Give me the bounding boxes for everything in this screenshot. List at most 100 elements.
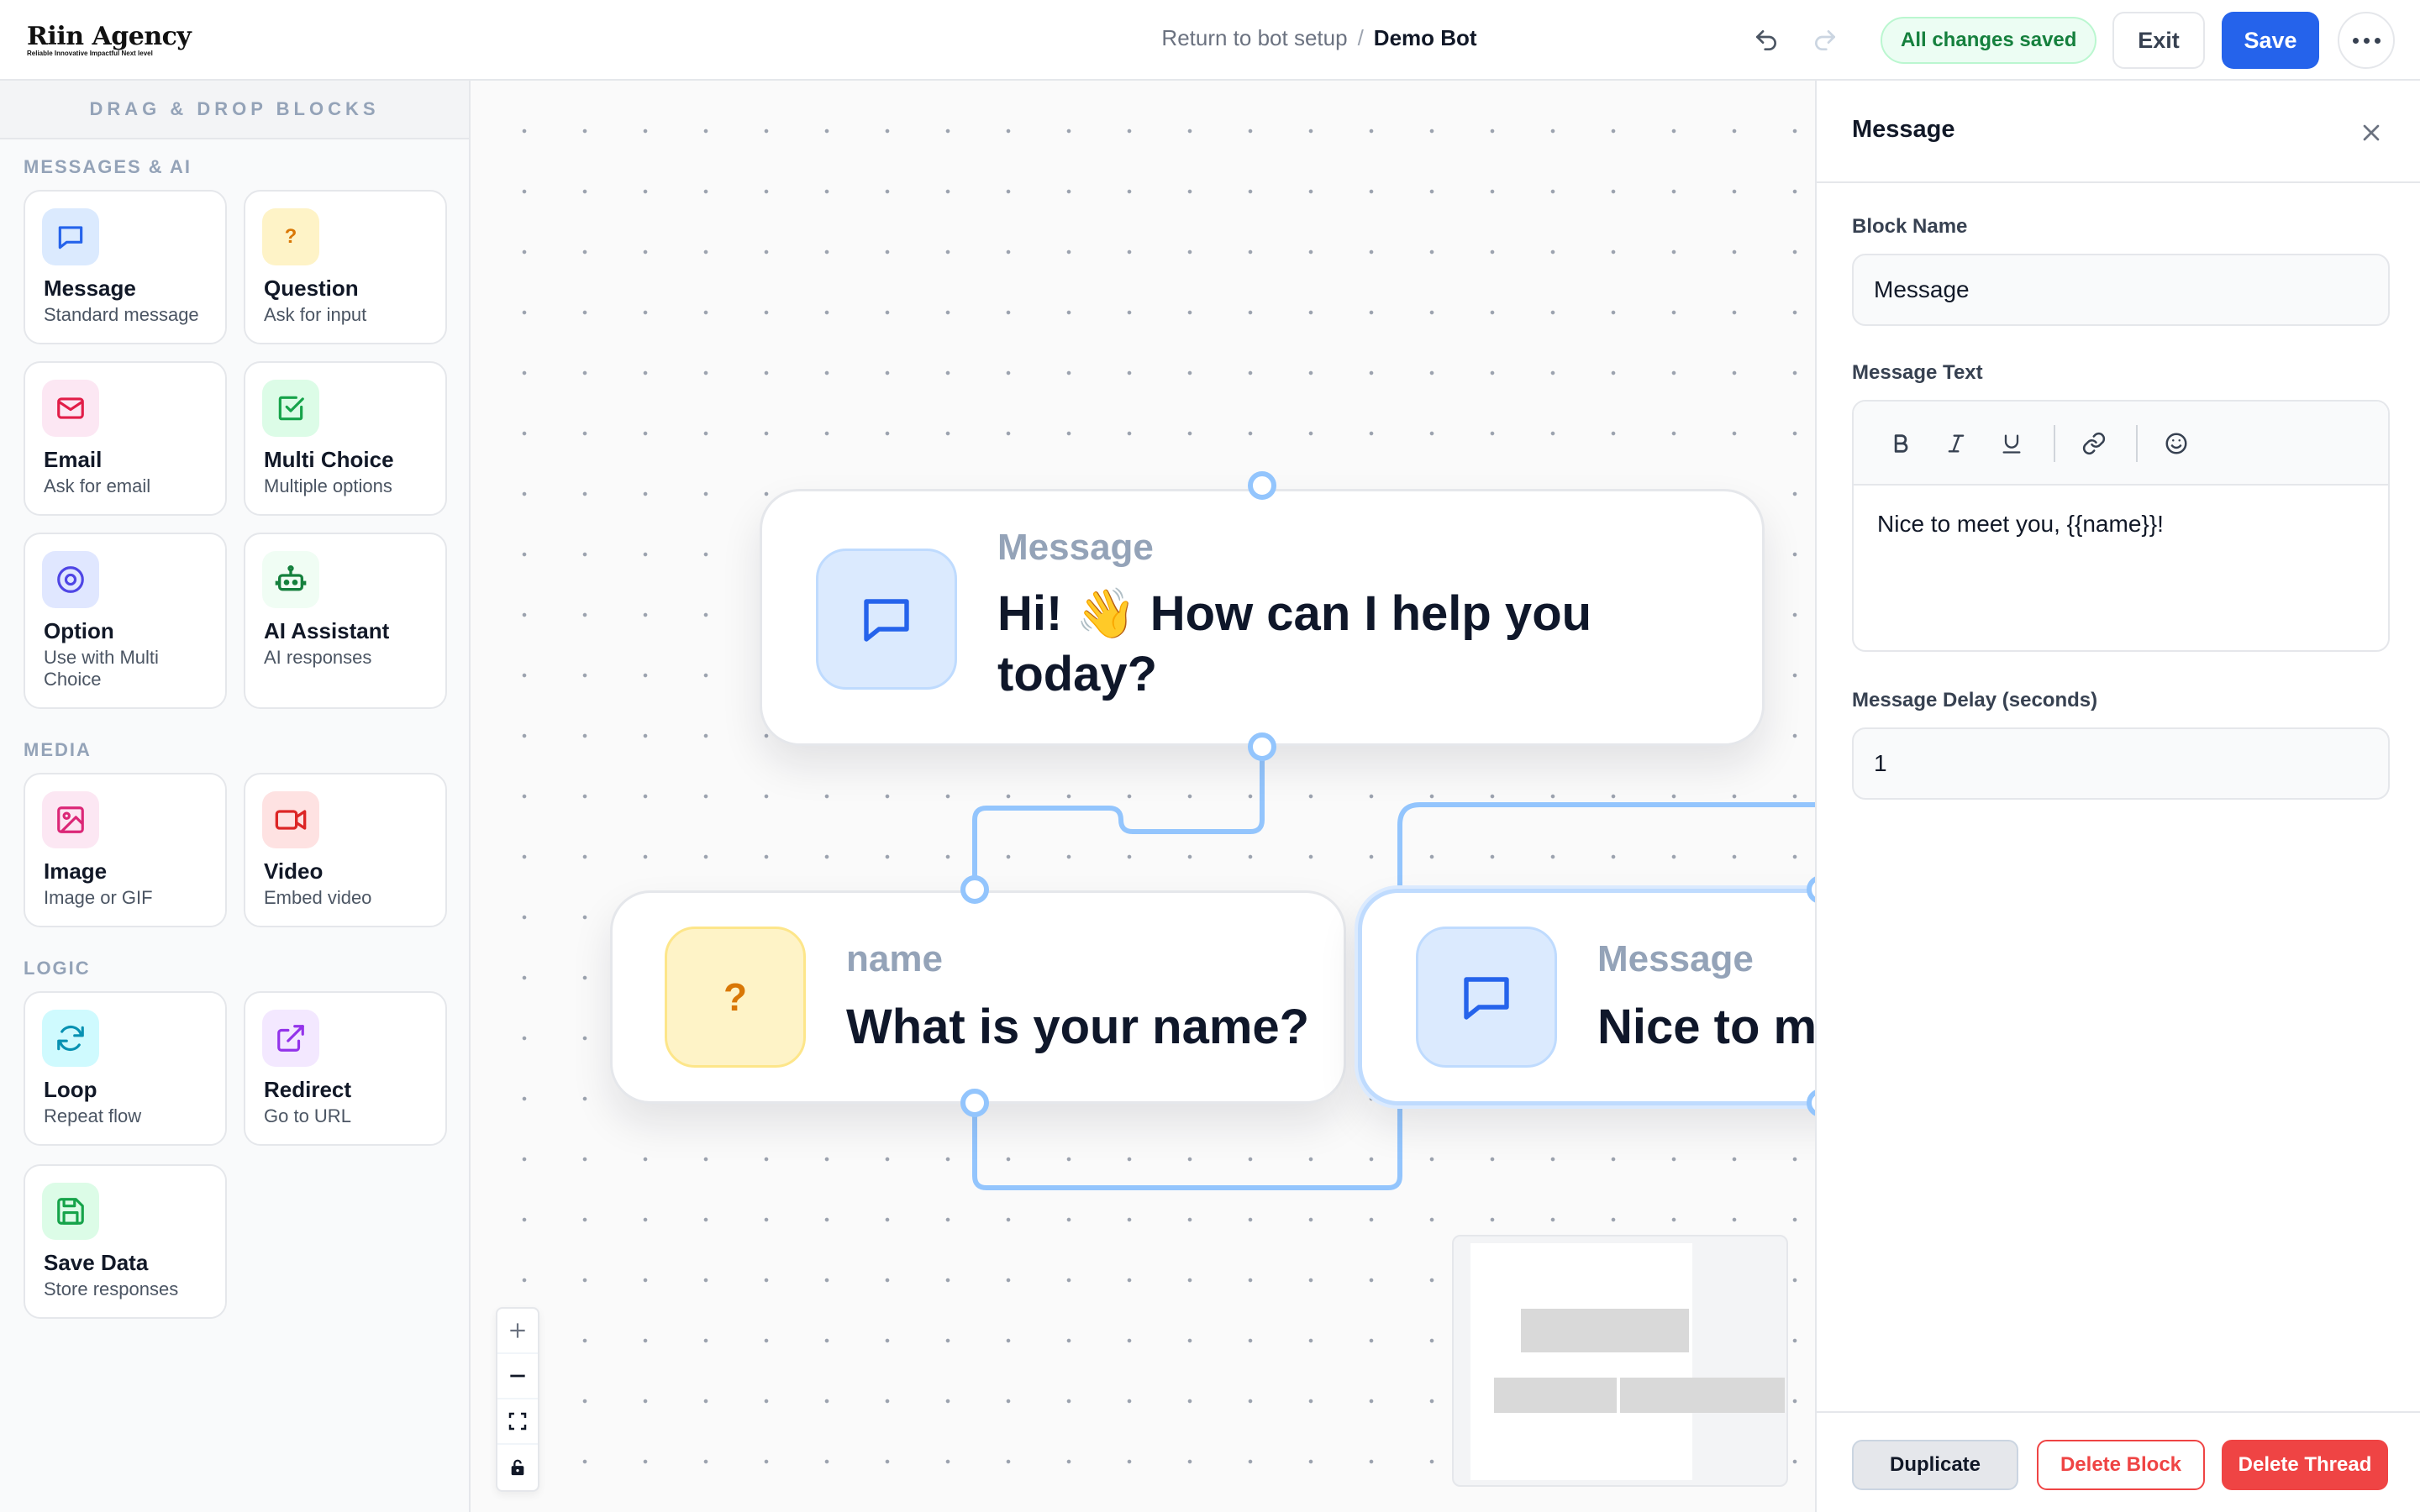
italic-icon[interactable]	[1939, 427, 1973, 460]
block-loop[interactable]: Loop Repeat flow	[24, 991, 227, 1146]
zoom-controls	[496, 1307, 539, 1492]
chat-icon	[816, 549, 957, 690]
block-save-data[interactable]: Save Data Store responses	[24, 1164, 227, 1319]
message-text-content[interactable]: Nice to meet you, {{name}}!	[1854, 486, 2388, 563]
robot-icon	[262, 551, 319, 608]
bold-icon[interactable]	[1884, 427, 1918, 460]
minimap-node	[1521, 1309, 1689, 1352]
properties-panel: Message Block Name Message Message Text	[1815, 81, 2420, 1512]
breadcrumb-return-link[interactable]: Return to bot setup	[1161, 25, 1347, 50]
block-name-input[interactable]: Message	[1852, 254, 2390, 326]
external-link-icon	[262, 1010, 319, 1067]
node-kicker: Message	[997, 527, 1154, 568]
sidebar-title: DRAG & DROP BLOCKS	[0, 81, 469, 139]
section-label-messages-ai: MESSAGES & AI	[24, 156, 192, 177]
node-input-port[interactable]	[1248, 471, 1276, 500]
delete-block-button[interactable]: Delete Block	[2037, 1440, 2205, 1490]
fit-view-icon[interactable]	[497, 1399, 538, 1445]
toolbar-divider	[2136, 425, 2138, 462]
save-icon	[42, 1183, 99, 1240]
chat-icon	[1416, 927, 1557, 1068]
message-delay-input[interactable]: 1	[1852, 727, 2390, 800]
block-subtitle: AI responses	[264, 647, 372, 668]
question-icon: ?	[262, 208, 319, 265]
flow-node-question-name[interactable]: ? name What is your name?	[610, 890, 1346, 1104]
exit-button[interactable]: Exit	[2112, 12, 2205, 69]
node-kicker: Message	[1597, 938, 1754, 979]
block-message[interactable]: Message Standard message	[24, 190, 227, 344]
block-subtitle: Ask for input	[264, 304, 367, 325]
chat-icon	[42, 208, 99, 265]
block-title: Message	[44, 276, 136, 301]
block-redirect[interactable]: Redirect Go to URL	[244, 991, 447, 1146]
node-message-text: Nice to m	[1597, 1000, 1815, 1054]
block-video[interactable]: Video Embed video	[244, 773, 447, 927]
node-question-text: What is your name?	[846, 1000, 1310, 1054]
video-icon	[262, 791, 319, 848]
flow-node-message-greeting[interactable]: Message Hi! 👋 How can I help you today?	[760, 489, 1765, 746]
node-message-text: Hi! 👋 How can I help you	[997, 586, 1592, 641]
top-bar: Riin Agency Reliable Innovative Impactfu…	[0, 0, 2420, 81]
flow-node-message-selected[interactable]: Message Nice to m	[1358, 889, 1815, 1105]
block-subtitle: Use with Multi Choice	[44, 647, 159, 690]
block-subtitle: Multiple options	[264, 475, 392, 496]
close-icon[interactable]	[2358, 119, 2385, 146]
block-question[interactable]: ? Question Ask for input	[244, 190, 447, 344]
block-subtitle: Store responses	[44, 1278, 179, 1299]
section-label-logic: LOGIC	[24, 958, 91, 979]
question-icon: ?	[665, 927, 806, 1068]
block-subtitle: Image or GIF	[44, 887, 153, 908]
message-delay-label: Message Delay (seconds)	[1852, 689, 2098, 711]
block-email[interactable]: Email Ask for email	[24, 361, 227, 516]
block-subtitle: Repeat flow	[44, 1105, 142, 1126]
zoom-in-icon[interactable]	[497, 1309, 538, 1354]
underline-icon[interactable]	[1995, 427, 2028, 460]
delete-thread-button[interactable]: Delete Thread	[2222, 1440, 2388, 1490]
zoom-out-icon[interactable]	[497, 1354, 538, 1399]
node-kicker: name	[846, 938, 943, 979]
block-title: Save Data	[44, 1250, 149, 1275]
toolbar-divider	[2054, 425, 2055, 462]
block-option[interactable]: Option Use with Multi Choice	[24, 533, 227, 709]
minimap-node	[1494, 1378, 1617, 1413]
block-title: Loop	[44, 1077, 97, 1102]
block-multi-choice[interactable]: Multi Choice Multiple options	[244, 361, 447, 516]
block-title: Email	[44, 447, 103, 472]
node-output-port[interactable]	[1248, 732, 1276, 761]
block-title: Video	[264, 858, 324, 884]
minimap[interactable]	[1452, 1235, 1788, 1487]
block-subtitle: Embed video	[264, 887, 372, 908]
block-title: Multi Choice	[264, 447, 394, 472]
redo-icon[interactable]	[1810, 25, 1840, 55]
link-icon[interactable]	[2077, 427, 2111, 460]
block-ai-assistant[interactable]: AI Assistant AI responses	[244, 533, 447, 709]
message-text-label: Message Text	[1852, 361, 1983, 384]
mail-icon	[42, 380, 99, 437]
undo-icon[interactable]	[1751, 25, 1781, 55]
flow-canvas[interactable]: Message Hi! 👋 How can I help you today? …	[471, 81, 1815, 1512]
loop-icon	[42, 1010, 99, 1067]
save-button[interactable]: Save	[2222, 12, 2319, 69]
block-name-label: Block Name	[1852, 215, 1968, 238]
duplicate-button[interactable]: Duplicate	[1852, 1440, 2018, 1490]
blocks-sidebar: DRAG & DROP BLOCKS MESSAGES & AI Message…	[0, 81, 471, 1512]
panel-footer: Duplicate Delete Block Delete Thread	[1817, 1411, 2420, 1512]
block-subtitle: Standard message	[44, 304, 199, 325]
panel-title: Message	[1852, 116, 1955, 143]
image-icon	[42, 791, 99, 848]
block-title: Option	[44, 618, 114, 643]
node-output-port[interactable]	[960, 1089, 989, 1117]
panel-header: Message	[1817, 81, 2420, 183]
breadcrumb-current: Demo Bot	[1373, 25, 1477, 50]
node-input-port[interactable]	[960, 875, 989, 904]
message-text-editor: Nice to meet you, {{name}}!	[1852, 400, 2390, 652]
more-options-button[interactable]	[2338, 12, 2395, 69]
minimap-viewport	[1470, 1243, 1692, 1480]
block-subtitle: Ask for email	[44, 475, 151, 496]
breadcrumb-separator: /	[1357, 25, 1364, 50]
block-title: Image	[44, 858, 108, 884]
block-image[interactable]: Image Image or GIF	[24, 773, 227, 927]
lock-icon[interactable]	[497, 1445, 538, 1490]
emoji-icon[interactable]	[2160, 427, 2193, 460]
block-title: Question	[264, 276, 359, 301]
